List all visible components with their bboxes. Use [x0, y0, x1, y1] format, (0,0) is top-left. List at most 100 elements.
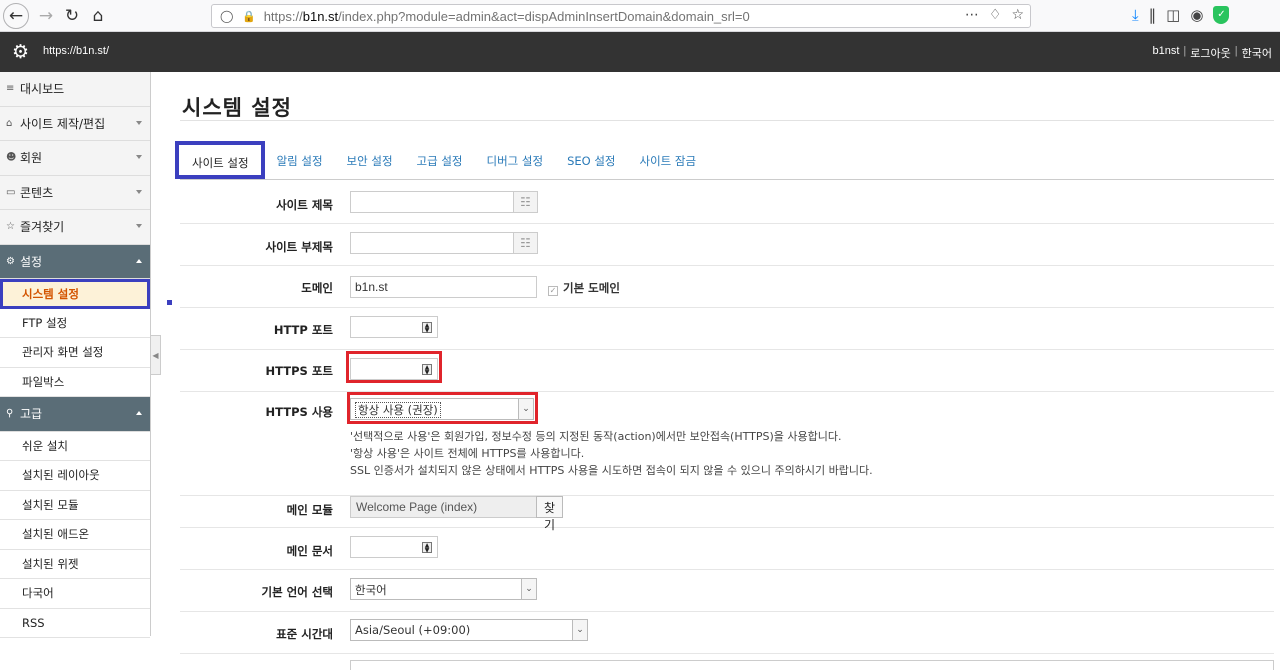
chevron-down-icon [136, 120, 142, 125]
sidebar-sub-rss[interactable]: RSS [0, 608, 150, 638]
gear-icon[interactable]: ⚙ [12, 42, 29, 62]
form-row-domain: 도메인 b1n.st ✓ 기본 도메인 [180, 266, 1274, 308]
domain-input[interactable]: b1n.st [350, 276, 537, 298]
sidebar-sub-ftp[interactable]: FTP 설정 [0, 308, 150, 338]
menu-icon: ≡ [6, 83, 15, 95]
browser-toolbar: ← → ↻ ⌂ ◯ 🔒 https://b1n.st/index.php?mod… [0, 0, 1280, 32]
pocket-icon[interactable]: ♢ [989, 7, 1002, 23]
form-row-default-language: 기본 언어 선택 한국어 ⌄ [180, 570, 1274, 612]
sidebar-sub-addons[interactable]: 설치된 애드온 [0, 520, 150, 550]
sidebar-item-settings[interactable]: ⚙ 설정 [0, 244, 150, 279]
chevron-down-icon[interactable]: ⌄ [572, 620, 587, 640]
page-title: 시스템 설정 [182, 96, 292, 120]
form-row-site-subtitle: 사이트 부제목 ☷ [180, 224, 1274, 266]
star-icon: ☆ [6, 221, 15, 233]
marker [167, 300, 172, 305]
tab-advanced-settings[interactable]: 고급 설정 [405, 152, 475, 180]
tab-debug-settings[interactable]: 디버그 설정 [475, 152, 556, 180]
main-module-value: Welcome Page (index) [350, 496, 537, 518]
http-port-input[interactable]: ▲ ▼ [350, 316, 438, 338]
tab-notification-settings[interactable]: 알림 설정 [265, 152, 335, 180]
default-domain-label: 기본 도메인 [563, 281, 620, 295]
divider: | [1183, 45, 1187, 57]
address-bar[interactable]: ◯ 🔒 https://b1n.st/index.php?module=admi… [211, 4, 1031, 28]
bookmark-star-icon[interactable]: ☆ [1011, 7, 1024, 23]
sidebar-sub-layouts[interactable]: 설치된 레이아웃 [0, 461, 150, 491]
form-row-main-document: 메인 문서 ▲ ▼ [180, 528, 1274, 570]
sidebar-item-contents[interactable]: ▭ 콘텐츠 [0, 175, 150, 210]
main-document-label: 메인 문서 [286, 544, 333, 558]
sidebar: ≡ 대시보드 ⌂ 사이트 제작/편집 ☻ 회원 ▭ 콘텐츠 ☆ 즐겨찾기 ⚙ 설… [0, 72, 151, 638]
page-actions-icon[interactable]: ⋯ [965, 7, 979, 23]
site-subtitle-input[interactable] [350, 232, 514, 254]
stepper-icon[interactable]: ▲ ▼ [422, 542, 432, 554]
back-icon[interactable]: ← [3, 3, 29, 29]
shield-icon[interactable]: ◯ [220, 9, 233, 23]
sidebar-item-members[interactable]: ☻ 회원 [0, 141, 150, 176]
download-icon[interactable]: ⤓ [1132, 6, 1139, 24]
sidebar-sub-easy-install[interactable]: 쉬운 설치 [0, 431, 150, 461]
sidebar-icon[interactable]: ◫ [1166, 6, 1180, 24]
sidebar-item-dashboard[interactable]: ≡ 대시보드 [0, 72, 150, 107]
main-document-input[interactable]: ▲ ▼ [350, 536, 438, 558]
users-icon: ☻ [6, 152, 17, 164]
divider: | [1234, 45, 1238, 57]
sidebar-sub-system-settings[interactable]: 시스템 설정 [0, 279, 150, 309]
http-port-label: HTTP 포트 [273, 323, 333, 337]
globe-icon[interactable]: ☷ [514, 191, 538, 213]
main-module-label: 메인 모듈 [286, 503, 333, 517]
chevron-down-icon [136, 155, 142, 159]
tab-bar: 사이트 설정 알림 설정 보안 설정 고급 설정 디버그 설정 SEO 설정 사… [175, 141, 1274, 180]
language-link[interactable]: 한국어 [1242, 45, 1272, 61]
sidebar-sub-admin-ui[interactable]: 관리자 화면 설정 [0, 338, 150, 368]
stepper-icon[interactable]: ▲ ▼ [422, 322, 432, 334]
form-row-https-use: HTTPS 사용 항상 사용 (권장) ⌄ '선택적으로 사용'은 회원가입, … [180, 392, 1274, 496]
gear-icon: ⚙ [6, 255, 15, 267]
chevron-down-icon[interactable]: ⌄ [521, 579, 536, 599]
pin-icon: ⚲ [6, 408, 14, 420]
sidebar-item-advanced[interactable]: ⚲ 고급 [0, 397, 150, 432]
tab-site-settings[interactable]: 사이트 설정 [175, 141, 265, 179]
form-row-main-module: 메인 모듈 Welcome Page (index) 찾기 [180, 487, 1274, 532]
form-row-https-port: HTTPS 포트 ▲ ▼ [180, 350, 1274, 392]
library-icon[interactable]: ‖ [1149, 6, 1157, 24]
highlight-box [346, 351, 442, 383]
site-link[interactable]: https://b1n.st/ [43, 45, 109, 57]
extension-icon[interactable]: ✓ [1213, 6, 1230, 24]
sidebar-sub-modules[interactable]: 설치된 모듈 [0, 490, 150, 520]
highlight-box [347, 392, 538, 424]
globe-icon[interactable]: ☷ [514, 232, 538, 254]
logout-link[interactable]: 로그아웃 [1190, 45, 1230, 61]
site-title-label: 사이트 제목 [276, 198, 333, 212]
account-icon[interactable]: ◉ [1190, 6, 1203, 24]
sidebar-item-favorites[interactable]: ☆ 즐겨찾기 [0, 210, 150, 245]
default-language-select[interactable]: 한국어 ⌄ [350, 578, 537, 600]
lock-icon[interactable]: 🔒 [242, 10, 256, 23]
default-domain-checkbox[interactable]: ✓ [548, 286, 558, 296]
next-field-input[interactable] [350, 660, 1274, 670]
tab-security-settings[interactable]: 보안 설정 [335, 152, 405, 180]
chevron-down-icon [136, 189, 142, 194]
timezone-select[interactable]: Asia/Seoul (+09:00) ⌄ [350, 619, 588, 641]
home-icon: ⌂ [6, 117, 13, 129]
form-row-site-title: 사이트 제목 ☷ [180, 182, 1274, 224]
sidebar-sub-multilang[interactable]: 다국어 [0, 579, 150, 609]
sidebar-item-site-build[interactable]: ⌂ 사이트 제작/편집 [0, 106, 150, 141]
sidebar-collapse-button[interactable]: ◀ [151, 335, 161, 375]
tab-site-lock[interactable]: 사이트 잠금 [628, 152, 709, 180]
document-icon: ▭ [6, 186, 16, 198]
divider [180, 120, 1274, 121]
find-button[interactable]: 찾기 [536, 496, 564, 532]
sidebar-sub-filebox[interactable]: 파일박스 [0, 367, 150, 397]
tab-seo-settings[interactable]: SEO 설정 [555, 152, 627, 180]
site-subtitle-label: 사이트 부제목 [265, 240, 333, 254]
url-text[interactable]: https://b1n.st/index.php?module=admin&ac… [264, 9, 750, 24]
https-use-label: HTTPS 사용 [265, 405, 333, 419]
reload-icon[interactable]: ↻ [60, 4, 84, 28]
site-title-input[interactable] [350, 191, 514, 213]
home-icon[interactable]: ⌂ [86, 4, 110, 28]
user-link[interactable]: b1nst [1153, 45, 1180, 61]
forward-icon[interactable]: → [34, 4, 58, 28]
sidebar-sub-widgets[interactable]: 설치된 위젯 [0, 549, 150, 579]
chevron-down-icon [136, 224, 142, 228]
